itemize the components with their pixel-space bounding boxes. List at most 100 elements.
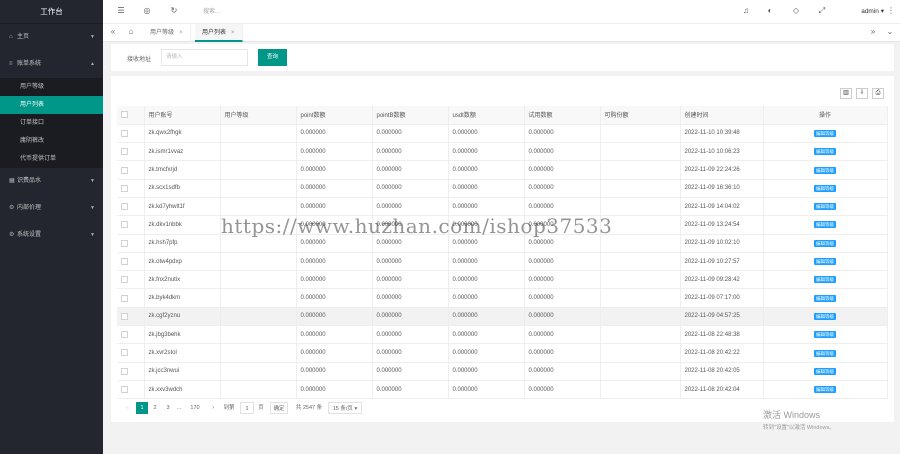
row-checkbox[interactable]: [121, 276, 128, 284]
refresh-icon[interactable]: ↻: [169, 6, 179, 15]
edit-level-button[interactable]: 编辑等级: [814, 203, 836, 211]
edit-level-button[interactable]: 编辑等级: [814, 312, 836, 320]
sidebar-item[interactable]: 用户等级: [0, 78, 103, 96]
row-checkbox[interactable]: [121, 367, 128, 375]
sidebar-item[interactable]: 代币提供订单: [0, 150, 103, 168]
table-row[interactable]: zk.byk4dkm 0.000000 0.000000 0.000000 0.0000…: [117, 288, 888, 308]
edit-level-button[interactable]: 编辑等级: [814, 276, 836, 284]
prev-page-icon[interactable]: ‹: [122, 402, 132, 414]
select-all-checkbox[interactable]: [121, 111, 128, 119]
row-checkbox[interactable]: [121, 221, 128, 229]
edit-level-button[interactable]: 编辑等级: [814, 294, 836, 302]
header-search-input[interactable]: 搜索...: [201, 5, 331, 19]
edit-level-button[interactable]: 编辑等级: [814, 331, 836, 339]
tabs-next-icon[interactable]: »: [867, 27, 879, 36]
table-row[interactable]: zk.xxv3wdch 0.000000 0.000000 0.000000 0.000…: [117, 380, 888, 400]
row-checkbox[interactable]: [121, 331, 128, 339]
table-row[interactable]: zk.tmcfxrjd 0.000000 0.000000 0.000000 0.000…: [117, 160, 888, 180]
page-size-select[interactable]: 15 条/页 ▾: [328, 402, 362, 414]
column-header[interactable]: 可购份额: [600, 106, 681, 125]
row-checkbox[interactable]: [121, 312, 128, 320]
user-menu[interactable]: admin ▾: [861, 7, 884, 15]
tabs-prev-icon[interactable]: «: [107, 27, 119, 36]
table-row[interactable]: zk.jbg3behk 0.000000 0.000000 0.000000 0.000…: [117, 325, 888, 345]
column-header[interactable]: 用户等级: [220, 106, 297, 125]
edit-level-button[interactable]: 编辑等级: [814, 367, 836, 375]
cell-created: 2022-11-09 09:28:42: [680, 270, 764, 290]
address-input[interactable]: 请输入: [161, 49, 248, 66]
edit-level-button[interactable]: 编辑等级: [814, 148, 836, 156]
column-header[interactable]: 试用数额: [524, 106, 601, 125]
tab-user-level[interactable]: 用户等级 ×: [143, 24, 191, 42]
table-row[interactable]: zk.ismr1vvaz 0.000000 0.000000 0.000000 0.00…: [117, 142, 888, 162]
sidebar-item[interactable]: 订单接口: [0, 114, 103, 132]
table-row[interactable]: zk.cgf2yznu 0.000000 0.000000 0.000000 0.000…: [117, 307, 888, 327]
columns-icon[interactable]: ▥: [840, 88, 852, 99]
goto-confirm-button[interactable]: 确定: [270, 402, 288, 414]
edit-level-button[interactable]: 编辑等级: [814, 166, 836, 174]
column-header[interactable]: pointB数额: [372, 106, 449, 125]
row-checkbox[interactable]: [121, 184, 128, 192]
globe-icon[interactable]: ◎: [142, 6, 152, 15]
table-row[interactable]: zk.otw4pdxp 0.000000 0.000000 0.000000 0.000…: [117, 252, 888, 272]
edit-level-button[interactable]: 编辑等级: [814, 349, 836, 357]
sidebar-group[interactable]: ≡ 账单系统 ▲: [0, 51, 103, 78]
row-checkbox[interactable]: [121, 294, 128, 302]
cell-usdt: 0.000000: [448, 343, 525, 363]
page-current[interactable]: 1: [136, 402, 148, 414]
edit-level-button[interactable]: 编辑等级: [814, 129, 836, 137]
tabs-menu-icon[interactable]: ⌄: [884, 27, 896, 36]
row-checkbox[interactable]: [121, 148, 128, 156]
table-row[interactable]: zk.jcc3nwui 0.000000 0.000000 0.000000 0.000…: [117, 362, 888, 381]
sidebar-item[interactable]: 庸阴裤改: [0, 132, 103, 150]
page-link[interactable]: 3: [163, 402, 173, 414]
sidebar-item[interactable]: 用户列表: [0, 96, 103, 114]
home-tab-icon[interactable]: ⌂: [125, 27, 137, 36]
search-button[interactable]: 查询: [258, 49, 287, 66]
row-checkbox[interactable]: [121, 257, 128, 265]
column-header[interactable]: usdt数额: [448, 106, 525, 125]
tab-user-list[interactable]: 用户列表 ×: [195, 24, 243, 42]
cell-trial: 0.000000: [524, 325, 601, 345]
row-checkbox[interactable]: [121, 349, 128, 357]
fullscreen-icon[interactable]: ⤢: [817, 6, 827, 16]
column-header[interactable]: 操作: [763, 106, 888, 125]
row-checkbox[interactable]: [121, 203, 128, 211]
page-link[interactable]: 170: [185, 402, 205, 414]
column-header[interactable]: point数额: [296, 106, 373, 125]
table-row[interactable]: zk.xvr2stol 0.000000 0.000000 0.000000 0.000…: [117, 343, 888, 363]
close-icon[interactable]: ×: [231, 30, 235, 36]
close-icon[interactable]: ×: [179, 30, 183, 36]
menu-toggle-icon[interactable]: ☰: [116, 6, 126, 15]
edit-level-button[interactable]: 编辑等级: [814, 239, 836, 247]
export-icon[interactable]: ⇩: [856, 88, 868, 99]
row-checkbox[interactable]: [121, 166, 128, 174]
edit-level-button[interactable]: 编辑等级: [814, 184, 836, 192]
edit-level-button[interactable]: 编辑等级: [814, 258, 836, 266]
theme-icon[interactable]: ◐: [765, 6, 775, 15]
row-checkbox[interactable]: [121, 129, 128, 137]
sidebar-group-label: 主页: [17, 34, 30, 40]
sidebar-group[interactable]: ⚙ 系统设置 ▼: [0, 222, 103, 249]
more-icon[interactable]: ⋮: [886, 6, 896, 15]
column-header[interactable]: 创建时间: [680, 106, 764, 125]
print-icon[interactable]: ⎙: [872, 88, 884, 99]
page-link[interactable]: 2: [150, 402, 160, 414]
goto-input[interactable]: 1: [240, 402, 254, 414]
row-checkbox[interactable]: [121, 386, 128, 394]
edit-level-button[interactable]: 编辑等级: [814, 221, 836, 229]
table-row[interactable]: zk.scx1sdfb 0.000000 0.000000 0.000000 0.000…: [117, 179, 888, 198]
column-header[interactable]: 用户账号: [144, 106, 221, 125]
bell-icon[interactable]: ♫: [741, 6, 751, 15]
sidebar-group[interactable]: ⚙ 内部价理 ▼: [0, 195, 103, 222]
sidebar-group[interactable]: ⌂ 主页 ▼: [0, 24, 103, 51]
table-row[interactable]: zk.fnx2nutix 0.000000 0.000000 0.000000 0.00…: [117, 270, 888, 290]
next-page-icon[interactable]: ›: [208, 402, 218, 414]
sidebar-group[interactable]: ▦ 识费品水 ▼: [0, 168, 103, 195]
row-checkbox[interactable]: [121, 239, 128, 247]
cell-account: zk.cgf2yznu: [144, 307, 221, 327]
edit-level-button[interactable]: 编辑等级: [814, 386, 836, 394]
table-row[interactable]: zk.qwx2fhgk 0.000000 0.000000 0.000000 0.000…: [117, 124, 888, 144]
sidebar-submenu: 用户等级 用户列表 订单接口 庸阴裤改 代币提供订单: [0, 78, 103, 168]
tag-icon[interactable]: ◇: [791, 6, 801, 15]
